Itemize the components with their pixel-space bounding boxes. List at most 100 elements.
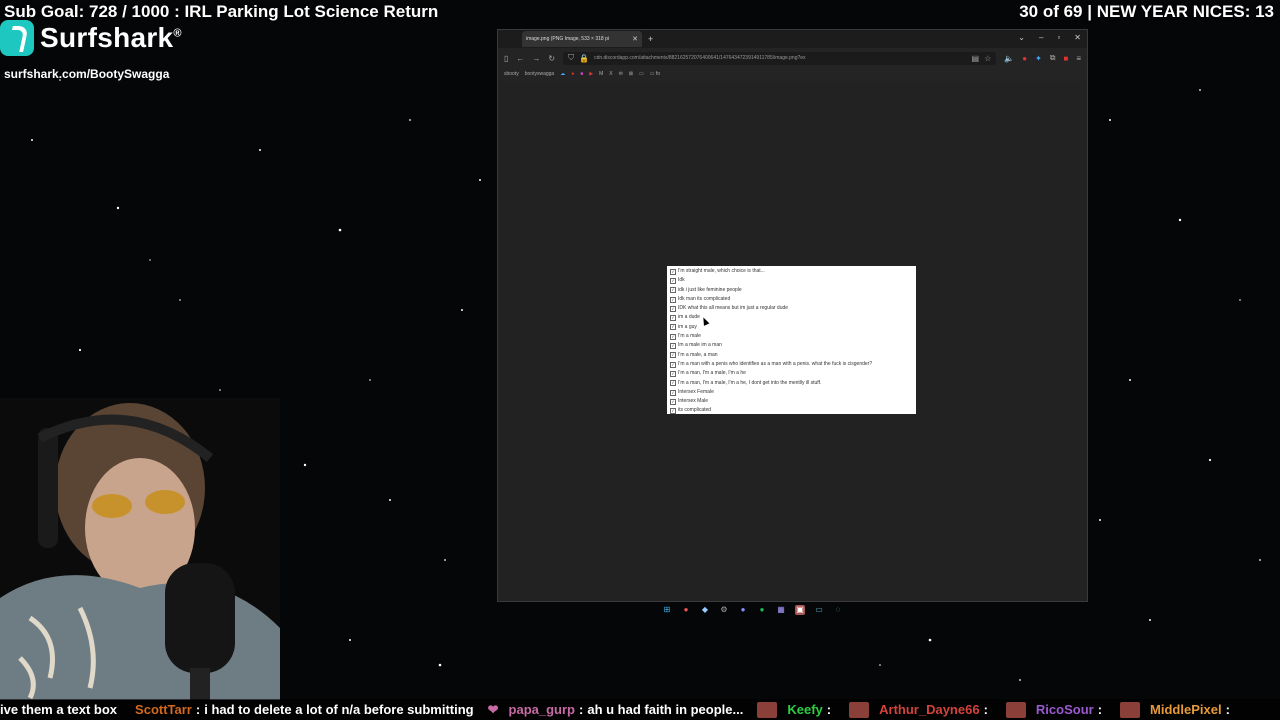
- chat-message: MiddlePixel:: [1120, 701, 1234, 718]
- settings-icon[interactable]: ⚙: [719, 605, 729, 615]
- bookmark-icon[interactable]: X: [609, 71, 612, 77]
- grid-app-icon[interactable]: ▦: [776, 605, 786, 615]
- chat-message: ScottTarr: i had to delete a lot of n/a b…: [131, 702, 474, 717]
- url-text[interactable]: cdn.discordapp.com/attachments/882162572…: [594, 55, 966, 61]
- bookmark-icon[interactable]: ▶: [589, 71, 593, 77]
- chevron-down-icon[interactable]: ⌄: [1018, 33, 1025, 42]
- survey-option-label: I'm a man, I'm a male, I'm a he, I dont …: [678, 379, 822, 386]
- spotify-icon[interactable]: ●: [757, 605, 767, 615]
- forward-icon[interactable]: →: [532, 54, 540, 63]
- checkbox-checked-icon: ✓: [670, 380, 676, 387]
- survey-option-label: Intersex Male: [678, 398, 709, 405]
- extension-icon[interactable]: ✦: [1035, 54, 1042, 63]
- bookmark-folder[interactable]: ▭ fo: [650, 71, 660, 77]
- user-badge-icon: [1120, 701, 1141, 718]
- user-badge-icon: [1005, 701, 1026, 718]
- back-icon[interactable]: ←: [516, 54, 524, 63]
- extension-icon[interactable]: ●: [1022, 54, 1027, 63]
- chat-message: ❤ papa_gurp: ah u had faith in people...: [488, 702, 744, 718]
- chat-separator: :: [826, 702, 832, 717]
- bookmark-icon[interactable]: ⊠: [629, 71, 633, 77]
- checkbox-checked-icon: ✓: [670, 268, 676, 275]
- tab-bar: image.png (PNG Image, 533 × 318 pi ✕ + ⌄…: [498, 30, 1087, 48]
- sidebar-icon[interactable]: ▯: [504, 54, 508, 63]
- bookmark-icon[interactable]: ■: [580, 71, 583, 77]
- bookmark-star-icon[interactable]: ☆: [984, 54, 991, 63]
- survey-option: ✓ I'm a male, a man: [670, 351, 913, 360]
- extension-icon[interactable]: ■: [1063, 54, 1068, 63]
- checkbox-checked-icon: ✓: [670, 370, 676, 377]
- minimize-icon[interactable]: –: [1039, 33, 1043, 42]
- survey-option: ✓ Idk man its complicated: [670, 295, 913, 304]
- checkbox-checked-icon: ✓: [670, 296, 676, 303]
- menu-icon[interactable]: ≡: [1076, 54, 1081, 63]
- survey-option-label: im a dude: [678, 314, 700, 321]
- heart-badge-icon: ❤: [487, 701, 499, 717]
- firefox-icon[interactable]: ●: [681, 605, 691, 615]
- nav-toolbar: ▯ ← → ↻ ⛉ 🔒 cdn.discordapp.com/attachmen…: [498, 48, 1087, 68]
- survey-option-label: im a guy: [678, 323, 697, 330]
- checkbox-checked-icon: ✓: [670, 408, 676, 415]
- reader-icon[interactable]: ▤: [972, 54, 980, 63]
- steam-icon[interactable]: ◆: [700, 605, 710, 615]
- folder-icon[interactable]: ▭: [639, 71, 644, 77]
- chat-message: ive them a text box: [0, 702, 117, 717]
- tray-app-icon[interactable]: ◌: [833, 605, 843, 615]
- image-viewport: ✓ I'm straight male, which choice is that…: [498, 81, 1087, 601]
- bookmark-icon[interactable]: M: [599, 71, 603, 77]
- checkbox-checked-icon: ✓: [670, 389, 676, 396]
- audio-icon[interactable]: 🔈: [1004, 54, 1014, 63]
- monitor-app-icon[interactable]: ▭: [814, 605, 824, 615]
- checkbox-checked-icon: ✓: [670, 277, 676, 284]
- chat-separator: :: [579, 702, 584, 717]
- tab-image[interactable]: image.png (PNG Image, 533 × 318 pi ✕: [522, 31, 642, 47]
- survey-option: ✓ I'm a man, I'm a male, I'm a he, I dont…: [670, 379, 913, 388]
- survey-option: ✓ Im a male im a man: [670, 341, 913, 350]
- survey-option: ✓ IDK what this all means but im just a r…: [670, 304, 913, 313]
- sponsor-url: surfshark.com/BootySwagga: [4, 67, 170, 81]
- puzzle-icon[interactable]: ⧉: [1050, 53, 1056, 63]
- survey-option-label: I'm a man with a penis who identifies as…: [678, 360, 873, 367]
- bookmark-icon[interactable]: ✉: [619, 71, 623, 77]
- checkbox-checked-icon: ✓: [670, 315, 676, 322]
- survey-option-label: Idk: [678, 277, 685, 284]
- chat-message: Keefy:: [757, 701, 835, 718]
- survey-option-label: I'm a male, a man: [678, 351, 718, 358]
- chat-message: RicoSour:: [1005, 701, 1106, 718]
- chat-separator: :: [983, 702, 988, 717]
- survey-option-label: IDK what this all means but im just a re…: [678, 305, 789, 312]
- survey-option-label: Im a male im a man: [678, 342, 722, 349]
- survey-option: ✓ I'm a man, I'm a male, I'm a he: [670, 369, 913, 378]
- address-bar[interactable]: ⛉ 🔒 cdn.discordapp.com/attachments/88216…: [563, 51, 997, 65]
- user-badge-icon: [757, 701, 778, 718]
- maximize-icon[interactable]: ▫: [1057, 33, 1060, 42]
- survey-option: ✓ I'm a man with a penis who identifies a…: [670, 360, 913, 369]
- windows-start-icon[interactable]: ⊞: [662, 605, 672, 615]
- chat-ticker: ive them a text box ScottTarr: i had to de…: [0, 699, 1280, 720]
- shield-icon: ⛉: [568, 53, 575, 62]
- chat-username: papa_gurp: [508, 702, 575, 717]
- reload-icon[interactable]: ↻: [548, 54, 555, 63]
- survey-option: ✓ Idk: [670, 276, 913, 285]
- bookmark-item[interactable]: bootyswagga: [525, 71, 554, 77]
- checkbox-checked-icon: ✓: [670, 398, 676, 405]
- bookmark-folder[interactable]: sbooty: [504, 71, 519, 77]
- close-tab-icon[interactable]: ✕: [632, 35, 638, 43]
- new-tab-icon[interactable]: +: [648, 34, 653, 44]
- sub-goal-text: Sub Goal: 728 / 1000 : IRL Parking Lot S…: [4, 2, 439, 21]
- discord-icon[interactable]: ●: [738, 605, 748, 615]
- chat-username: Keefy: [787, 702, 823, 717]
- bookmarks-bar: sbooty bootyswagga ☁ ● ■ ▶ M X ✉ ⊠ ▭ ▭ f…: [498, 68, 1087, 80]
- survey-option-label: Idk man its complicated: [678, 295, 731, 302]
- close-window-icon[interactable]: ✕: [1074, 33, 1081, 42]
- chat-message: Arthur_Dayne66:: [849, 701, 992, 718]
- checkbox-checked-icon: ✓: [670, 324, 676, 331]
- active-app-icon[interactable]: ▣: [795, 605, 805, 615]
- chat-text: ah u had faith in people...: [587, 702, 744, 717]
- survey-option-label: I'm a man, I'm a male, I'm a he: [678, 370, 746, 377]
- tab-title: image.png (PNG Image, 533 × 318 pi: [526, 36, 609, 42]
- bookmark-icon[interactable]: ☁: [560, 71, 565, 77]
- browser-window[interactable]: image.png (PNG Image, 533 × 318 pi ✕ + ⌄…: [497, 29, 1088, 602]
- bookmark-icon[interactable]: ●: [571, 71, 574, 77]
- survey-option: ✓ Intersex Female: [670, 388, 913, 397]
